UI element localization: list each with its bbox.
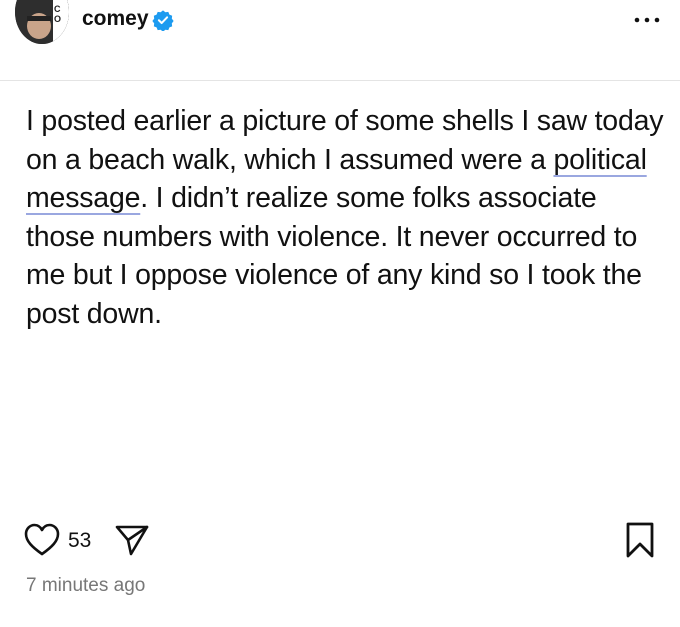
bookmark-icon[interactable] <box>624 521 656 559</box>
avatar[interactable]: CO <box>15 0 69 44</box>
message-link[interactable]: message <box>26 182 140 214</box>
like-count: 53 <box>68 529 92 552</box>
username[interactable]: comey <box>82 7 149 31</box>
post-timestamp: 7 minutes ago <box>26 575 146 596</box>
post-body: I posted earlier a picture of some shell… <box>26 102 666 333</box>
post-header: CO comey <box>0 0 680 80</box>
heart-icon[interactable] <box>24 523 60 557</box>
political-link[interactable]: political <box>553 144 646 176</box>
send-icon[interactable] <box>114 523 150 557</box>
header-divider <box>0 80 680 81</box>
post-actions: 53 <box>0 515 680 565</box>
avatar-badge-text: CO <box>54 4 62 24</box>
more-options-icon[interactable] <box>632 10 662 30</box>
verified-badge-icon <box>152 10 174 31</box>
